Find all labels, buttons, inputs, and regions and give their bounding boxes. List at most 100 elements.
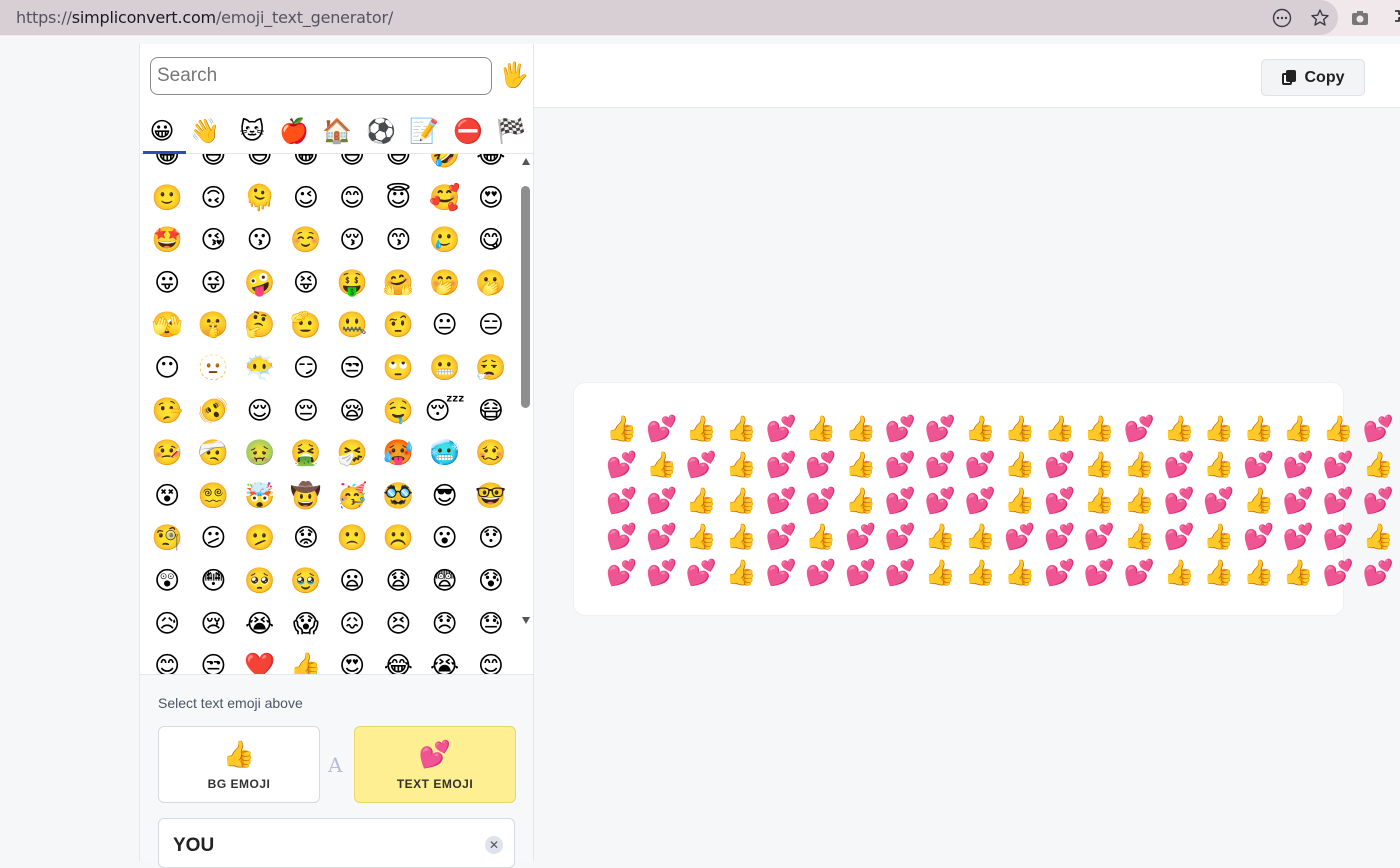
emoji-item[interactable]: 🫤	[237, 517, 283, 559]
emoji-item[interactable]: 😗	[237, 219, 283, 261]
emoji-item[interactable]: 🤐	[329, 304, 375, 346]
clear-icon[interactable]: ✕	[485, 836, 503, 854]
emoji-item[interactable]: 😊	[329, 177, 375, 219]
star-icon[interactable]	[1308, 6, 1332, 30]
emoji-text-output[interactable]: 👍💕👍👍💕👍👍💕💕👍👍👍👍💕👍👍👍👍👍💕👍💕👍💕👍💕💕👍💕💕💕👍💕👍👍💕👍💕💕💕…	[573, 382, 1394, 616]
emoji-item[interactable]: ☺️	[283, 219, 329, 261]
emoji-item[interactable]: 🤢	[237, 432, 283, 474]
emoji-item[interactable]: 😓	[468, 603, 514, 645]
skin-tone-button[interactable]: 🖐	[499, 62, 529, 90]
emoji-item[interactable]: 😕	[190, 517, 236, 559]
scroll-up-arrow-icon[interactable]	[522, 158, 530, 165]
tab-animals[interactable]: 🐱	[232, 112, 272, 152]
emoji-item[interactable]: 😴	[422, 390, 468, 432]
emoji-item[interactable]: 🤥	[144, 390, 190, 432]
scroll-down-arrow-icon[interactable]	[522, 617, 530, 624]
emoji-item[interactable]: 🫣	[144, 304, 190, 346]
emoji-item[interactable]: 😁	[283, 154, 329, 176]
emoji-item[interactable]: 😖	[329, 603, 375, 645]
tab-objects[interactable]: 📝	[404, 112, 444, 152]
emoji-item[interactable]: 😨	[422, 560, 468, 602]
emoji-item[interactable]: 🤫	[190, 304, 236, 346]
emoji-item[interactable]: 😵	[144, 475, 190, 517]
emoji-item[interactable]: 🙄	[375, 347, 421, 389]
emoji-item[interactable]: 😐	[422, 304, 468, 346]
emoji-item[interactable]: 🫢	[468, 262, 514, 304]
site-info-icon[interactable]: 🔒︎	[0, 10, 4, 24]
emoji-item[interactable]: 🙂	[144, 177, 190, 219]
emoji-item[interactable]: 😶	[144, 347, 190, 389]
emoji-item[interactable]: 😦	[329, 560, 375, 602]
text-emoji-button[interactable]: 💕 TEXT EMOJI	[354, 726, 516, 803]
emoji-item[interactable]: 😚	[329, 219, 375, 261]
emoji-item[interactable]: 😟	[283, 517, 329, 559]
emoji-item[interactable]: 🤧	[329, 432, 375, 474]
emoji-item[interactable]: 🤔	[237, 304, 283, 346]
emoji-item[interactable]: 😍	[329, 645, 375, 674]
emoji-item[interactable]: 😔	[283, 390, 329, 432]
emoji-item[interactable]: 🥸	[375, 475, 421, 517]
emoji-item[interactable]: 😥	[144, 603, 190, 645]
emoji-item[interactable]: 🫨	[190, 390, 236, 432]
emoji-item[interactable]: 😘	[190, 219, 236, 261]
emoji-item[interactable]: 😭	[237, 603, 283, 645]
emoji-item[interactable]: 😋	[468, 219, 514, 261]
emoji-item[interactable]: 😜	[190, 262, 236, 304]
emoji-item[interactable]: 🥶	[422, 432, 468, 474]
emoji-item[interactable]: 🤓	[468, 475, 514, 517]
emoji-item[interactable]: 👍	[283, 645, 329, 674]
emoji-item[interactable]: 😮‍💨	[468, 347, 514, 389]
emoji-item[interactable]: 😲	[144, 560, 190, 602]
emoji-item[interactable]: 🥺	[237, 560, 283, 602]
emoji-item[interactable]: 🙁	[329, 517, 375, 559]
emoji-item[interactable]: 🤩	[144, 219, 190, 261]
emoji-item[interactable]: 🧐	[144, 517, 190, 559]
emoji-item[interactable]: 😳	[190, 560, 236, 602]
emoji-item[interactable]: 😃	[190, 154, 236, 176]
emoji-item[interactable]: 😒	[329, 347, 375, 389]
emoji-item[interactable]: 🤭	[422, 262, 468, 304]
emoji-item[interactable]: 😮	[422, 517, 468, 559]
text-input-value[interactable]: YOU	[173, 835, 214, 857]
emoji-item[interactable]: 😢	[190, 603, 236, 645]
emoji-item[interactable]: 🤤	[375, 390, 421, 432]
address-bar[interactable]: 🔒︎ https://simpliconvert.com/emoji_text_…	[0, 0, 1338, 35]
emoji-item[interactable]: 😧	[375, 560, 421, 602]
emoji-item[interactable]: 😄	[237, 154, 283, 176]
emoji-item[interactable]: 🥰	[422, 177, 468, 219]
emoji-item[interactable]: 🤑	[329, 262, 375, 304]
search-input[interactable]	[150, 57, 492, 95]
emoji-item[interactable]: 😯	[468, 517, 514, 559]
copy-button[interactable]: Copy	[1261, 59, 1365, 96]
emoji-item[interactable]: 😊	[144, 645, 190, 674]
emoji-item[interactable]: 🤪	[237, 262, 283, 304]
emoji-item[interactable]: 🥴	[468, 432, 514, 474]
extensions-icon[interactable]	[1386, 6, 1400, 30]
tab-food[interactable]: 🍎	[274, 112, 314, 152]
emoji-item[interactable]: 😵‍💫	[190, 475, 236, 517]
emoji-item[interactable]: 😙	[375, 219, 421, 261]
emoji-item[interactable]: 😀	[144, 154, 190, 176]
emoji-item[interactable]: 😪	[329, 390, 375, 432]
emoji-item[interactable]: 🫡	[283, 304, 329, 346]
emoji-item[interactable]: 😶‍🌫️	[237, 347, 283, 389]
emoji-item[interactable]: 🥲	[422, 219, 468, 261]
emoji-item[interactable]: 😊	[468, 645, 514, 674]
url-text[interactable]: https://simpliconvert.com/emoji_text_gen…	[16, 8, 393, 27]
emoji-item[interactable]: 😰	[468, 560, 514, 602]
emoji-item[interactable]: 😇	[375, 177, 421, 219]
emoji-item[interactable]: 🤣	[422, 154, 468, 176]
emoji-grid-scrollbar[interactable]	[520, 154, 532, 674]
emoji-item[interactable]: 🫥	[190, 347, 236, 389]
tab-flags[interactable]: 🏁	[491, 112, 531, 152]
emoji-item[interactable]: 😒	[190, 645, 236, 674]
emoji-item[interactable]: 🤯	[237, 475, 283, 517]
emoji-item[interactable]: 😍	[468, 177, 514, 219]
emoji-item[interactable]: 🤗	[375, 262, 421, 304]
emoji-item[interactable]: 😉	[283, 177, 329, 219]
emoji-item[interactable]: 😂	[468, 154, 514, 176]
emoji-item[interactable]: 😏	[283, 347, 329, 389]
tab-symbols[interactable]: ⛔	[448, 112, 488, 152]
emoji-item[interactable]: 😎	[422, 475, 468, 517]
emoji-item[interactable]: 😅	[375, 154, 421, 176]
